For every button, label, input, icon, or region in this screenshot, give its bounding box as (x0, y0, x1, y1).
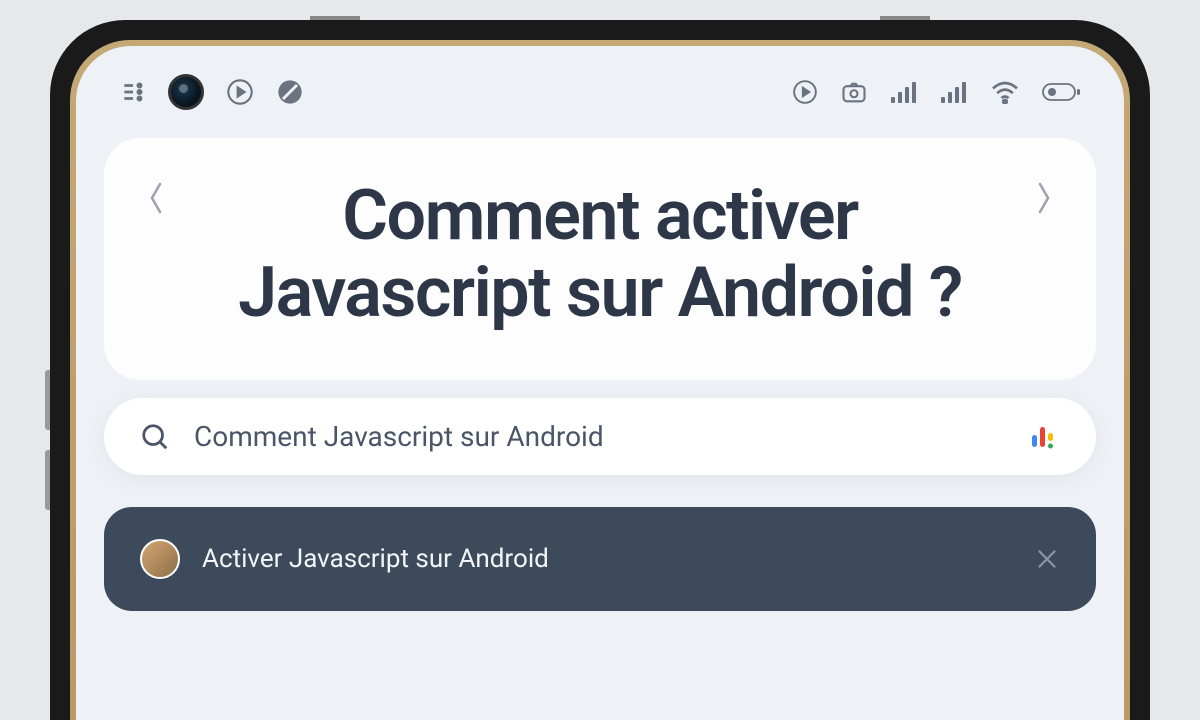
volume-up-button[interactable] (45, 370, 50, 430)
search-input[interactable]: Comment Javascript sur Android (194, 420, 1004, 453)
camera-icon (840, 78, 868, 106)
antenna-band (880, 16, 930, 20)
signal-bars-icon (940, 81, 968, 103)
title-card: Comment activer Javascript sur Android ? (104, 138, 1096, 380)
volume-down-button[interactable] (45, 450, 50, 510)
page-title: Comment activer Javascript sur Android ? (144, 178, 1056, 332)
search-icon (140, 422, 170, 452)
back-button[interactable] (144, 178, 168, 218)
phone-screen: Comment activer Javascript sur Android ?… (76, 46, 1124, 720)
front-camera (168, 74, 204, 110)
close-icon[interactable] (1034, 546, 1060, 572)
result-title: Activer Javascript sur Android (202, 544, 549, 574)
battery-icon (1042, 82, 1080, 102)
search-bar[interactable]: Comment Javascript sur Android (104, 398, 1096, 475)
status-bar (76, 46, 1124, 128)
play-circle-icon[interactable] (226, 78, 254, 106)
avatar (140, 539, 180, 579)
wifi-icon (990, 80, 1020, 104)
google-assistant-icon[interactable] (1028, 421, 1060, 453)
menu-grid-icon[interactable] (120, 79, 146, 105)
antenna-band (310, 16, 360, 20)
block-icon[interactable] (276, 78, 304, 106)
phone-frame: Comment activer Javascript sur Android ?… (50, 20, 1150, 720)
play-circle-icon (792, 79, 818, 105)
forward-button[interactable] (1032, 178, 1056, 218)
result-card[interactable]: Activer Javascript sur Android (104, 507, 1096, 611)
signal-bars-icon (890, 81, 918, 103)
phone-bezel: Comment activer Javascript sur Android ?… (70, 40, 1130, 720)
